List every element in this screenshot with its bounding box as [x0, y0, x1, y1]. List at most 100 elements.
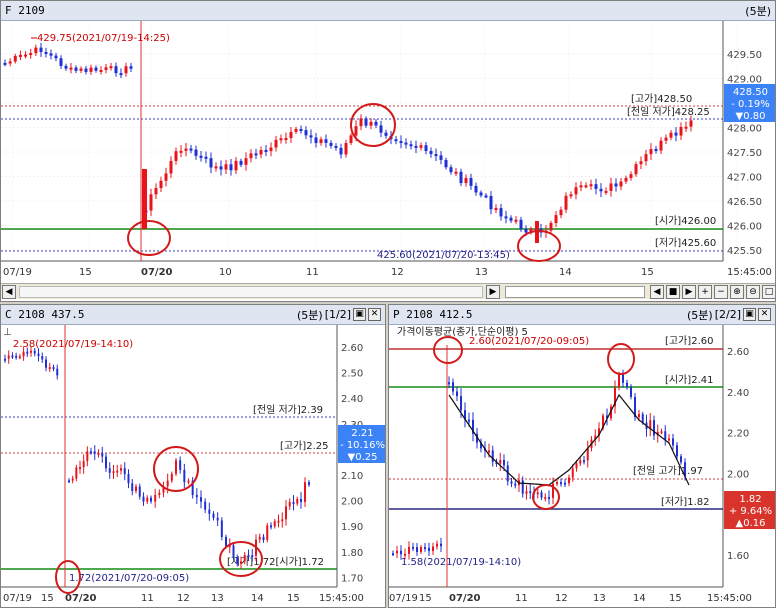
zoom-out-icon[interactable]: − — [714, 284, 728, 299]
call-candle — [123, 468, 126, 475]
play-back-icon[interactable]: ◀ — [650, 284, 664, 299]
put-title: P 2108 412.5 — [393, 308, 473, 321]
futures-candle — [429, 150, 433, 155]
restore-icon[interactable]: ▣ — [353, 308, 366, 321]
futures-candle — [469, 177, 473, 186]
futures-candle — [374, 121, 378, 126]
call-candle — [4, 358, 6, 361]
futures-chart[interactable]: 429.50 429.00428.50 428.00 427.50 427.00 426.… — [1, 21, 776, 287]
label-high: [고가]428.50 — [631, 93, 692, 105]
futures-candle — [39, 47, 43, 53]
put-candle — [672, 438, 674, 446]
call-candle — [22, 351, 25, 357]
call-candle — [41, 356, 44, 360]
close-icon[interactable]: ✕ — [368, 308, 381, 321]
futures-candle — [229, 164, 233, 171]
futures-candle — [244, 158, 248, 165]
call-candle — [296, 498, 299, 504]
call-candle — [79, 467, 81, 470]
futures-candle — [669, 132, 673, 138]
put-candle — [440, 543, 442, 547]
y-tick-label: 2.60 — [341, 343, 363, 354]
close-icon[interactable]: ✕ — [758, 308, 771, 321]
x-tick-label: 07/19 — [389, 593, 418, 604]
futures-candle — [104, 67, 108, 70]
futures-candle — [569, 194, 573, 197]
call-candle — [68, 480, 70, 483]
futures-candle — [379, 125, 383, 133]
call-chart[interactable]: 2.602.502.402.302.202.102.001.901.801.70… — [1, 325, 386, 608]
futures-candle — [164, 173, 168, 181]
futures-candle — [169, 160, 173, 174]
put-chart[interactable]: 2.602.402.202.001.801.6007/191507/201112… — [389, 325, 776, 608]
call-candle — [86, 451, 89, 462]
futures-candle — [474, 185, 478, 193]
scroll-left-icon[interactable]: ◀ — [2, 284, 16, 299]
futures-candle — [184, 148, 188, 151]
futures-candle — [674, 132, 678, 136]
x-tick-label: 07/20 — [65, 593, 97, 604]
put-candle — [491, 450, 494, 462]
restore-icon[interactable]: ▣ — [743, 308, 756, 321]
call-candle — [82, 461, 85, 468]
put-candle — [660, 431, 663, 434]
call-candle — [48, 367, 51, 370]
zoom-minus-icon[interactable]: ⊖ — [746, 284, 760, 299]
zoom-in-icon[interactable]: + — [698, 284, 712, 299]
futures-candle — [579, 185, 583, 188]
y-tick-label: 1.70 — [341, 573, 363, 584]
futures-candle — [339, 147, 343, 155]
futures-scrollbar[interactable]: ◀ ▶ ◀ ■ ▶ + − ⊕ ⊖ □ — [1, 283, 775, 299]
x-tick-label: 11 — [515, 593, 528, 604]
call-option-chart-panel: C 2108 437.5 (5분) [1/2] ▣ ✕ 2.60 2.50 2.40… — [0, 304, 386, 608]
futures-candle — [514, 219, 518, 222]
x-tick-label: 07/20 — [449, 593, 481, 604]
call-candle — [240, 561, 242, 564]
futures-candle — [479, 192, 483, 196]
futures-chart-panel: F 2109 (5분) 429.50 429.00428.50 428.00 427.… — [0, 0, 776, 302]
x-tick-label: 10 — [219, 267, 232, 278]
futures-candle — [199, 155, 203, 158]
scroll-track[interactable] — [19, 285, 483, 298]
put-candle — [428, 547, 430, 552]
futures-candle — [509, 217, 513, 221]
call-candle — [262, 536, 265, 540]
scroll-right-icon[interactable]: ▶ — [486, 284, 500, 299]
put-candle — [420, 547, 422, 552]
futures-candle — [319, 139, 323, 144]
futures-candle — [44, 52, 48, 55]
futures-candle — [249, 153, 253, 159]
x-tick-label: 15 — [287, 593, 300, 604]
x-tick-label: 15 — [641, 267, 654, 278]
futures-candle — [89, 67, 93, 72]
put-candle — [568, 477, 570, 484]
futures-candle — [69, 67, 73, 70]
put-candle — [668, 438, 670, 441]
x-tick-label: 15 — [669, 593, 682, 604]
futures-candle — [129, 66, 133, 69]
play-icon[interactable]: ▶ — [682, 284, 696, 299]
futures-candle — [404, 142, 408, 145]
put-candle — [514, 483, 517, 486]
futures-candle — [3, 62, 7, 65]
futures-candle — [484, 195, 488, 198]
futures-candle — [654, 148, 658, 151]
fit-icon[interactable]: □ — [762, 284, 775, 299]
zoom-plus-icon[interactable]: ⊕ — [730, 284, 744, 299]
annot-high-prev: 429.75(2021/07/19-14:25) — [37, 33, 170, 44]
call-candle — [273, 521, 276, 527]
futures-candle — [219, 166, 223, 170]
stop-icon[interactable]: ■ — [666, 284, 680, 299]
futures-candle — [279, 138, 283, 141]
futures-candle — [689, 120, 693, 127]
futures-candle — [629, 174, 633, 178]
y-tick-label: 2.50 — [341, 369, 363, 380]
futures-candle — [624, 177, 628, 182]
futures-candle — [464, 177, 468, 184]
call-price-value: 2.21 — [351, 428, 373, 439]
futures-candle — [124, 66, 128, 74]
put-candle — [416, 547, 418, 552]
call-candle — [116, 470, 119, 473]
zoom-slider[interactable] — [505, 285, 645, 298]
put-page: [2/2] — [714, 308, 741, 321]
